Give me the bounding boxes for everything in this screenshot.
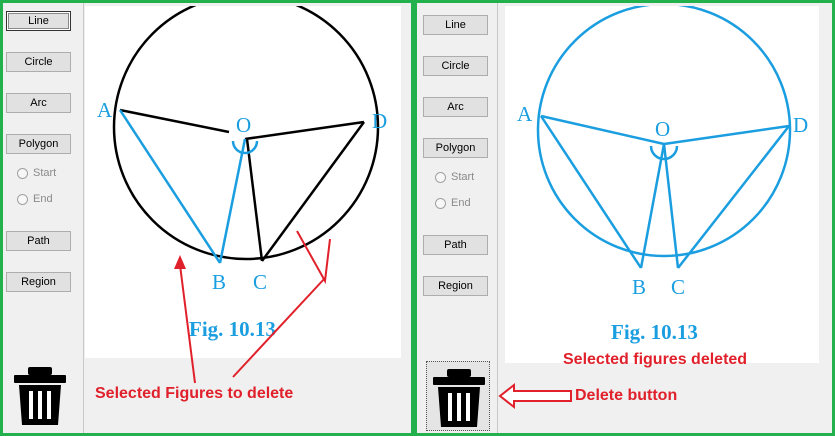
arc-button[interactable]: Arc bbox=[423, 97, 488, 117]
chord-cd bbox=[677, 125, 790, 269]
radius-od bbox=[663, 124, 790, 146]
delete-button[interactable] bbox=[426, 361, 490, 431]
line-button[interactable]: Line bbox=[423, 15, 488, 35]
polygon-button[interactable]: Polygon bbox=[423, 138, 488, 158]
left-arrow-icon bbox=[498, 382, 572, 410]
arrow-head bbox=[174, 255, 186, 269]
drawing-canvas[interactable]: A B C D O Fig. 10.13 bbox=[505, 3, 819, 363]
trash-icon bbox=[433, 369, 485, 427]
point-label-b: B bbox=[632, 275, 646, 299]
chord-ab bbox=[539, 115, 643, 269]
arrows-overlay bbox=[174, 230, 331, 384]
annotation-selected-deleted: Selected figures deleted bbox=[563, 351, 748, 368]
right-panel: Line Circle Arc Polygon Start End Path R… bbox=[414, 0, 835, 436]
annotation-delete-button: Delete button bbox=[575, 387, 678, 404]
segment-ob bbox=[639, 143, 666, 269]
arrow-line bbox=[179, 264, 196, 384]
path-button[interactable]: Path bbox=[423, 235, 488, 255]
figure-drawing: A B C D O Fig. 10.13 bbox=[517, 3, 808, 344]
arrow-head bbox=[296, 230, 331, 285]
figure-caption: Fig. 10.13 bbox=[611, 320, 698, 344]
arrow-line bbox=[232, 277, 326, 378]
radio-icon bbox=[435, 171, 446, 183]
point-label-c: C bbox=[671, 275, 685, 299]
start-label: Start bbox=[451, 171, 475, 183]
point-label-a: A bbox=[517, 102, 533, 126]
radius-oa bbox=[540, 114, 665, 146]
arrow-overlay bbox=[498, 382, 572, 410]
radio-icon bbox=[435, 197, 446, 209]
region-button[interactable]: Region bbox=[423, 276, 488, 296]
left-panel: Line Circle Arc Polygon Start End Path R… bbox=[0, 0, 414, 436]
end-label: End bbox=[451, 197, 471, 209]
segment-oc bbox=[662, 143, 680, 269]
start-radio[interactable]: Start bbox=[435, 171, 474, 183]
annotation-selected-to-delete: Selected Figures to delete bbox=[95, 385, 294, 402]
end-radio[interactable]: End bbox=[435, 197, 471, 209]
point-label-o: O bbox=[655, 117, 670, 141]
circle-button[interactable]: Circle bbox=[423, 56, 488, 76]
point-label-d: D bbox=[793, 113, 808, 137]
